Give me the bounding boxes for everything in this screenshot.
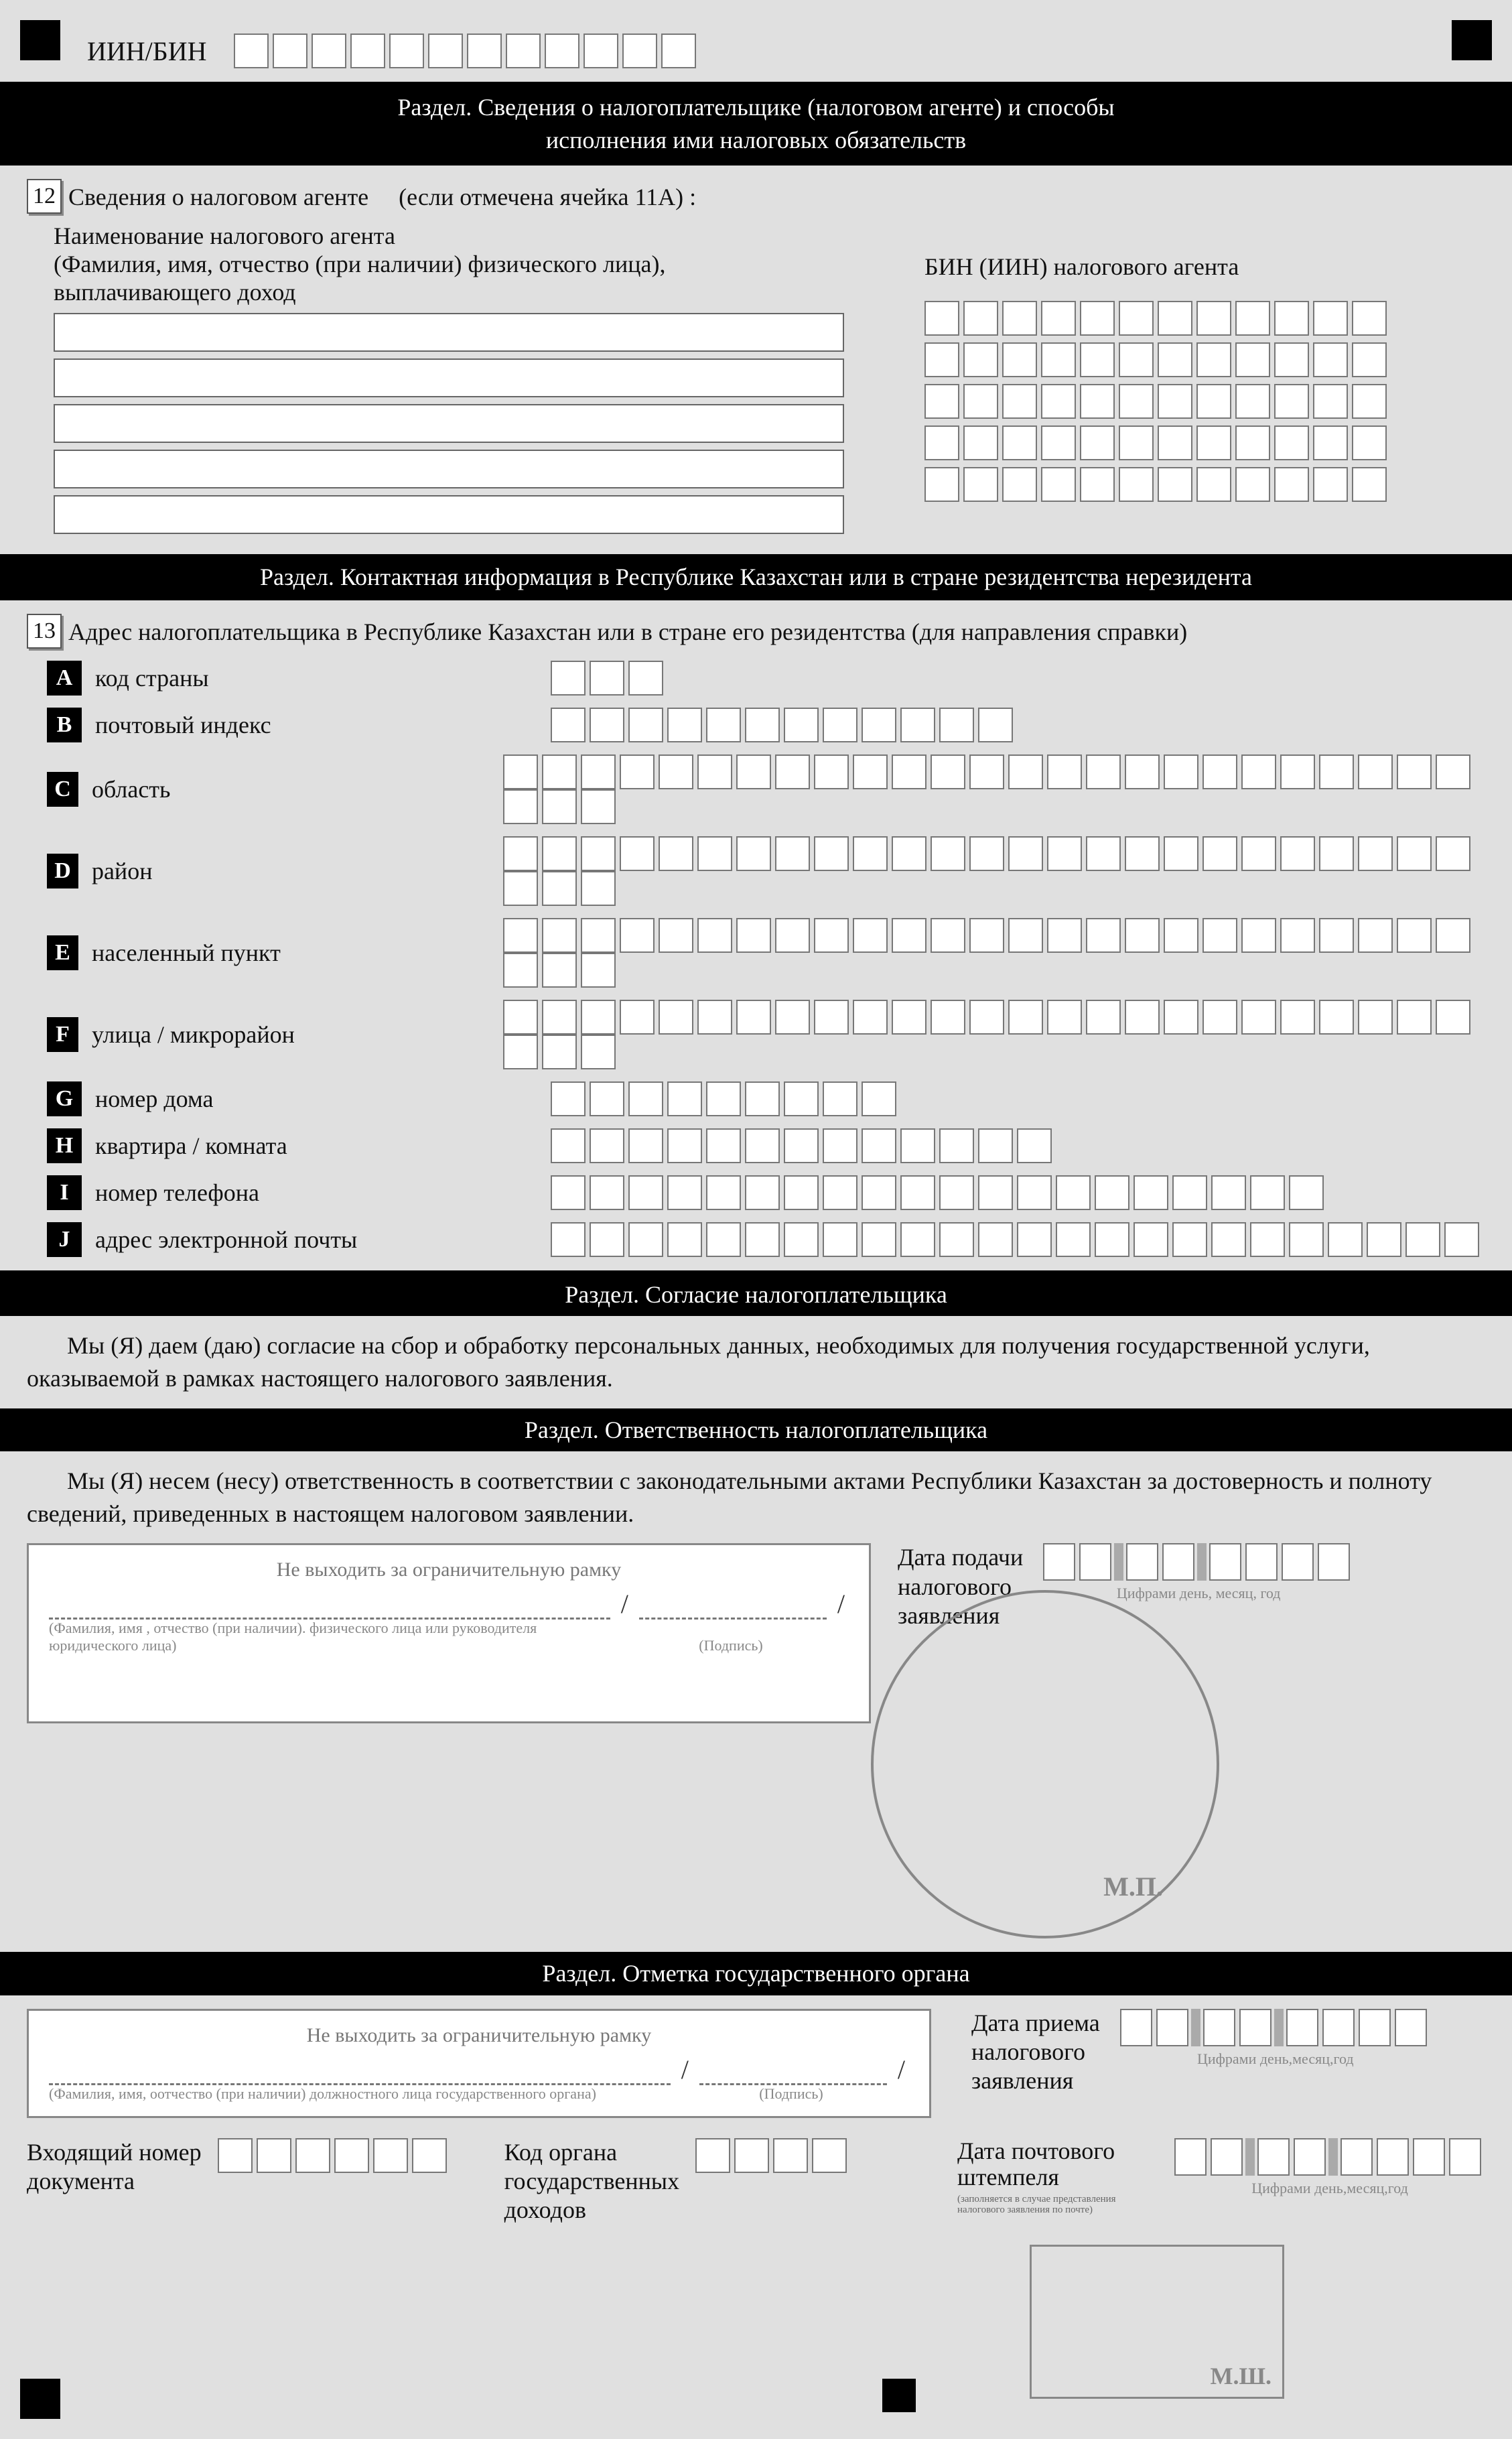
address-rows: Aкод страны Bпочтовый индекс Cобласть Dрайо… [27, 661, 1485, 1257]
agent-name-input[interactable] [54, 404, 844, 443]
section-header-contact: Раздел. Контактная информация в Республи… [0, 554, 1512, 600]
gov-fio-hint: (Фамилия, имя, оотчество (при наличии) д… [49, 2085, 667, 2103]
address-cells-j[interactable] [551, 1222, 1483, 1257]
item-12-title: Сведения о налоговом агенте [68, 184, 368, 210]
consent-text: Мы (Я) даем (даю) согласие на сбор и обр… [27, 1329, 1485, 1394]
address-row-j: Jадрес электронной почты [47, 1222, 1485, 1257]
address-row-h: Hквартира / комната [47, 1128, 1485, 1163]
item-12-number: 12 [27, 179, 62, 214]
address-row-i: Iномер телефона [47, 1175, 1485, 1210]
address-label: область [92, 775, 503, 803]
receipt-date-label: Дата приема налогового заявления [971, 2009, 1100, 2096]
address-row-f: Fулица / микрорайон [47, 1000, 1485, 1069]
address-label: номер дома [95, 1085, 551, 1113]
corner-mark [882, 2379, 916, 2412]
letter-badge: F [47, 1017, 78, 1052]
address-label: населенный пункт [92, 939, 503, 967]
item-12-body: Наименование налогового агента (Фамилия,… [54, 222, 1485, 541]
address-cells-b[interactable] [551, 708, 1017, 742]
letter-badge: J [47, 1222, 82, 1257]
submission-date-input[interactable] [1043, 1543, 1354, 1581]
corner-mark [20, 20, 60, 60]
address-cells-g[interactable] [551, 1081, 900, 1116]
agent-bin-label: БИН (ИИН) налогового агента [924, 253, 1391, 281]
iin-cells[interactable] [234, 34, 700, 68]
stamp-msh: М.Ш. [1210, 2362, 1272, 2390]
incoming-number-label: Входящий номер документа [27, 2138, 202, 2196]
letter-badge: E [47, 935, 78, 970]
post-stamp-date-input[interactable] [1174, 2138, 1485, 2176]
agent-name-input[interactable] [54, 450, 844, 488]
receipt-date-input[interactable] [1120, 2009, 1431, 2046]
letter-badge: B [47, 708, 82, 742]
address-cells-h[interactable] [551, 1128, 1056, 1163]
section-header-consent: Раздел. Согласие налогоплательщика [0, 1273, 1512, 1317]
address-cells-e[interactable] [503, 918, 1485, 988]
letter-badge: D [47, 854, 78, 888]
gov-stamp-row: М.Ш. [27, 2245, 1284, 2399]
letter-badge: H [47, 1128, 82, 1163]
address-label: адрес электронной почты [95, 1226, 551, 1254]
stamp-circle: М.П. [871, 1590, 1219, 1938]
letter-badge: C [47, 772, 78, 807]
address-label: почтовый индекс [95, 711, 551, 739]
address-cells-f[interactable] [503, 1000, 1485, 1069]
page: ИИН/БИН Раздел. Сведения о налогоплатель… [0, 0, 1512, 2439]
section-header-gov: Раздел. Отметка государственного органа [0, 1952, 1512, 1995]
address-cells-i[interactable] [551, 1175, 1328, 1210]
date-hint: Цифрами день,месяц,год [1174, 2180, 1485, 2197]
agent-name-label: Наименование налогового агента (Фамилия,… [54, 222, 857, 306]
address-row-b: Bпочтовый индекс [47, 708, 1485, 742]
address-row-e: Eнаселенный пункт [47, 918, 1485, 988]
gov-code-input[interactable] [695, 2138, 851, 2173]
iin-bin-row: ИИН/БИН [87, 34, 1485, 68]
incoming-number-input[interactable] [218, 2138, 451, 2173]
agent-name-input[interactable] [54, 313, 844, 352]
fio-hint: (Фамилия, имя , отчество (при наличии). … [49, 1620, 606, 1654]
stamp-mp: М.П. [1103, 1871, 1163, 1902]
address-label: район [92, 857, 503, 885]
gov-block-1: Не выходить за ограничительную рамку / /… [27, 2009, 1485, 2118]
address-row-d: Dрайон [47, 836, 1485, 906]
stamp-box: М.Ш. [1030, 2245, 1284, 2399]
item-12: 12 Сведения о налоговом агенте (если отм… [27, 179, 1485, 214]
address-cells-a[interactable] [551, 661, 667, 696]
sign-hint: (Подпись) [637, 1637, 825, 1654]
date-hint: Цифрами день,месяц,год [1120, 2050, 1431, 2068]
iin-label: ИИН/БИН [87, 36, 207, 67]
address-label: квартира / комната [95, 1132, 551, 1160]
item-12-condition: (если отмечена ячейка 11А) : [399, 184, 696, 210]
sign-hint: (Подпись) [697, 2085, 885, 2103]
address-label: код страны [95, 664, 551, 692]
section-header-taxpayer: Раздел. Сведения о налогоплательщике (на… [0, 82, 1512, 166]
address-row-c: Cобласть [47, 754, 1485, 824]
section-header-responsibility: Раздел. Ответственность налогоплательщик… [0, 1408, 1512, 1452]
responsibility-block: Не выходить за ограничительную рамку / /… [27, 1543, 1485, 1938]
frame-hint: Не выходить за ограничительную рамку [49, 2024, 909, 2047]
signature-frame[interactable]: Не выходить за ограничительную рамку / /… [27, 1543, 871, 1723]
address-cells-c[interactable] [503, 754, 1485, 824]
letter-badge: I [47, 1175, 82, 1210]
item-13-number: 13 [27, 614, 62, 649]
corner-mark [1452, 20, 1492, 60]
item-13-title: Адрес налогоплательщика в Республике Каз… [68, 618, 1187, 646]
gov-signature-frame[interactable]: Не выходить за ограничительную рамку / /… [27, 2009, 931, 2118]
item-13: 13 Адрес налогоплательщика в Республике … [27, 614, 1485, 649]
address-label: улица / микрорайон [92, 1020, 503, 1049]
agent-bin-grid[interactable] [924, 301, 1391, 502]
gov-code-label: Код органа государственных доходов [504, 2138, 680, 2225]
address-row-a: Aкод страны [47, 661, 1485, 696]
corner-mark [20, 2379, 60, 2419]
agent-name-input[interactable] [54, 495, 844, 534]
letter-badge: G [47, 1081, 82, 1116]
responsibility-text: Мы (Я) несем (несу) ответственность в со… [0, 1465, 1512, 1530]
agent-name-input[interactable] [54, 358, 844, 397]
address-label: номер телефона [95, 1179, 551, 1207]
frame-hint: Не выходить за ограничительную рамку [49, 1559, 849, 1581]
gov-block-2: Входящий номер документа Код органа госу… [27, 2138, 1485, 2225]
address-cells-d[interactable] [503, 836, 1485, 906]
post-stamp-date-label: Дата почтового штемпеля (заполняется в с… [957, 2138, 1158, 2216]
address-row-g: Gномер дома [47, 1081, 1485, 1116]
letter-badge: A [47, 661, 82, 696]
